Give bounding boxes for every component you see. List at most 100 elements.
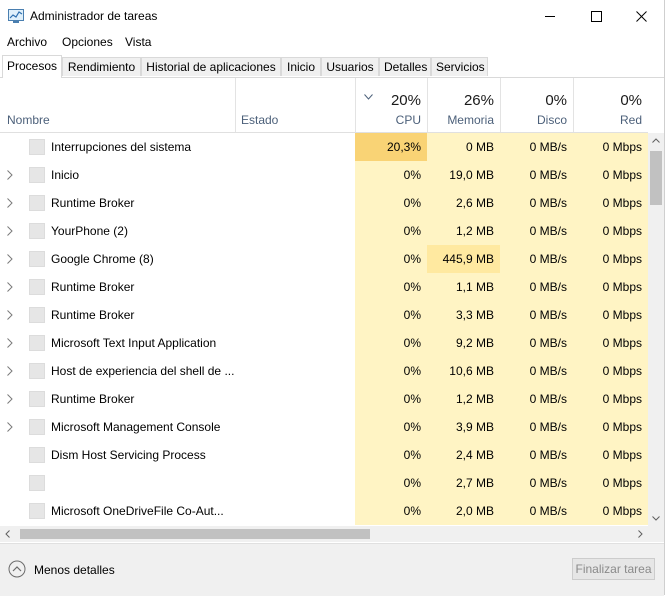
disk-cell: 0 MB/s <box>500 469 573 497</box>
table-row[interactable]: Interrupciones del sistema 20,3% 0 MB 0 MB/… <box>0 133 648 161</box>
cpu-cell: 0% <box>355 413 427 441</box>
horizontal-scrollbar[interactable] <box>0 526 648 542</box>
close-button[interactable] <box>618 0 664 32</box>
expand-chevron-icon[interactable] <box>7 254 13 264</box>
scrollbar-corner <box>648 526 664 542</box>
table-row[interactable]: Host de experiencia del shell de ... 0% 10… <box>0 357 648 385</box>
memory-cell: 1,2 MB <box>427 217 500 245</box>
column-header-memory[interactable]: 26% Memoria <box>427 78 500 132</box>
disk-cell: 0 MB/s <box>500 301 573 329</box>
table-row[interactable]: Runtime Broker 0% 3,3 MB 0 MB/s 0 Mbps <box>0 301 648 329</box>
tab-rendimiento[interactable]: Rendimiento <box>62 57 141 76</box>
expand-chevron-icon[interactable] <box>7 366 13 376</box>
memory-cell: 3,3 MB <box>427 301 500 329</box>
column-memory-label: Memoria <box>447 113 494 127</box>
horizontal-scroll-thumb[interactable] <box>20 529 370 539</box>
process-icon <box>29 307 45 323</box>
process-name: YourPhone (2) <box>51 224 128 238</box>
scroll-right-icon[interactable] <box>638 530 643 538</box>
table-row[interactable]: Google Chrome (8) 0% 445,9 MB 0 MB/s 0 Mbps <box>0 245 648 273</box>
task-manager-icon <box>8 9 24 23</box>
network-cell: 0 Mbps <box>573 189 648 217</box>
table-row[interactable]: YourPhone (2) 0% 1,2 MB 0 MB/s 0 Mbps <box>0 217 648 245</box>
expand-chevron-icon[interactable] <box>7 170 13 180</box>
menu-vista[interactable]: Vista <box>125 35 151 49</box>
network-cell: 0 Mbps <box>573 217 648 245</box>
process-icon <box>29 139 45 155</box>
cpu-cell: 0% <box>355 189 427 217</box>
expand-chevron-icon[interactable] <box>7 226 13 236</box>
maximize-icon <box>591 11 602 22</box>
column-header-cpu[interactable]: 20% CPU <box>355 78 427 132</box>
cpu-cell: 0% <box>355 441 427 469</box>
expand-chevron-icon[interactable] <box>7 198 13 208</box>
menu-opciones[interactable]: Opciones <box>62 35 113 49</box>
network-cell: 0 Mbps <box>573 245 648 273</box>
disk-cell: 0 MB/s <box>500 329 573 357</box>
expand-chevron-icon[interactable] <box>7 338 13 348</box>
tab-detalles[interactable]: Detalles <box>379 57 431 76</box>
disk-total-percent: 0% <box>545 92 567 109</box>
footer-bar: Menos detalles Finalizar tarea <box>0 543 664 596</box>
cpu-cell: 0% <box>355 245 427 273</box>
process-icon <box>29 447 45 463</box>
network-cell: 0 Mbps <box>573 413 648 441</box>
memory-cell: 10,6 MB <box>427 357 500 385</box>
vertical-scroll-thumb[interactable] <box>650 151 662 205</box>
table-row[interactable]: Runtime Broker 0% 1,2 MB 0 MB/s 0 Mbps <box>0 385 648 413</box>
column-header-status[interactable]: Estado <box>235 78 355 132</box>
process-icon <box>29 195 45 211</box>
process-name: Runtime Broker <box>51 308 135 322</box>
chevron-up-circle-icon[interactable] <box>8 560 26 578</box>
expand-chevron-icon[interactable] <box>7 310 13 320</box>
column-network-label: Red <box>619 113 642 127</box>
memory-cell: 2,6 MB <box>427 189 500 217</box>
scroll-up-icon[interactable] <box>652 138 660 143</box>
network-cell: 0 Mbps <box>573 301 648 329</box>
cpu-total-percent: 20% <box>390 92 421 109</box>
tab-procesos[interactable]: Procesos <box>2 55 62 78</box>
process-name: Google Chrome (8) <box>51 252 154 266</box>
title-bar[interactable]: Administrador de tareas <box>0 0 664 32</box>
less-details-link[interactable]: Menos detalles <box>34 563 115 577</box>
network-cell: 0 Mbps <box>573 497 648 525</box>
cpu-cell: 0% <box>355 161 427 189</box>
menu-archivo[interactable]: Archivo <box>7 35 47 49</box>
column-cpu-label: CPU <box>395 113 421 127</box>
table-row[interactable]: Microsoft Management Console 0% 3,9 MB 0 MB… <box>0 413 648 441</box>
memory-cell: 0 MB <box>427 133 500 161</box>
expand-chevron-icon[interactable] <box>7 422 13 432</box>
process-name: Runtime Broker <box>51 196 135 210</box>
table-row[interactable]: Microsoft OneDriveFile Co-Aut... 0% 2,0 MB… <box>0 497 648 525</box>
tab-bar: Procesos Rendimiento Historial de aplica… <box>0 55 664 78</box>
table-row[interactable]: Runtime Broker 0% 1,1 MB 0 MB/s 0 Mbps <box>0 273 648 301</box>
disk-cell: 0 MB/s <box>500 441 573 469</box>
scroll-down-icon[interactable] <box>652 516 660 521</box>
expand-chevron-icon[interactable] <box>7 394 13 404</box>
table-row[interactable]: Inicio 0% 19,0 MB 0 MB/s 0 Mbps <box>0 161 648 189</box>
scroll-left-icon[interactable] <box>5 530 10 538</box>
table-row[interactable]: Dism Host Servicing Process 0% 2,4 MB 0 MB/… <box>0 441 648 469</box>
process-icon <box>29 167 45 183</box>
vertical-scrollbar[interactable] <box>648 133 664 526</box>
column-header-network[interactable]: 0% Red <box>573 78 648 132</box>
cpu-cell: 0% <box>355 385 427 413</box>
table-row[interactable]: Microsoft Text Input Application 0% 9,2 MB… <box>0 329 648 357</box>
tab-usuarios[interactable]: Usuarios <box>321 57 379 76</box>
network-cell: 0 Mbps <box>573 133 648 161</box>
tab-inicio[interactable]: Inicio <box>281 57 321 76</box>
column-header-disk[interactable]: 0% Disco <box>500 78 573 132</box>
tab-historial[interactable]: Historial de aplicaciones <box>141 57 281 76</box>
window-title: Administrador de tareas <box>30 9 158 23</box>
process-name: Runtime Broker <box>51 392 135 406</box>
minimize-button[interactable] <box>527 0 573 32</box>
table-row[interactable]: 0% 2,7 MB 0 MB/s 0 Mbps <box>0 469 648 497</box>
disk-cell: 0 MB/s <box>500 357 573 385</box>
tab-servicios[interactable]: Servicios <box>431 57 488 76</box>
maximize-button[interactable] <box>573 0 619 32</box>
end-task-button[interactable]: Finalizar tarea <box>572 558 655 580</box>
column-header-name[interactable]: Nombre <box>0 78 235 132</box>
process-icon <box>29 419 45 435</box>
table-row[interactable]: Runtime Broker 0% 2,6 MB 0 MB/s 0 Mbps <box>0 189 648 217</box>
expand-chevron-icon[interactable] <box>7 282 13 292</box>
